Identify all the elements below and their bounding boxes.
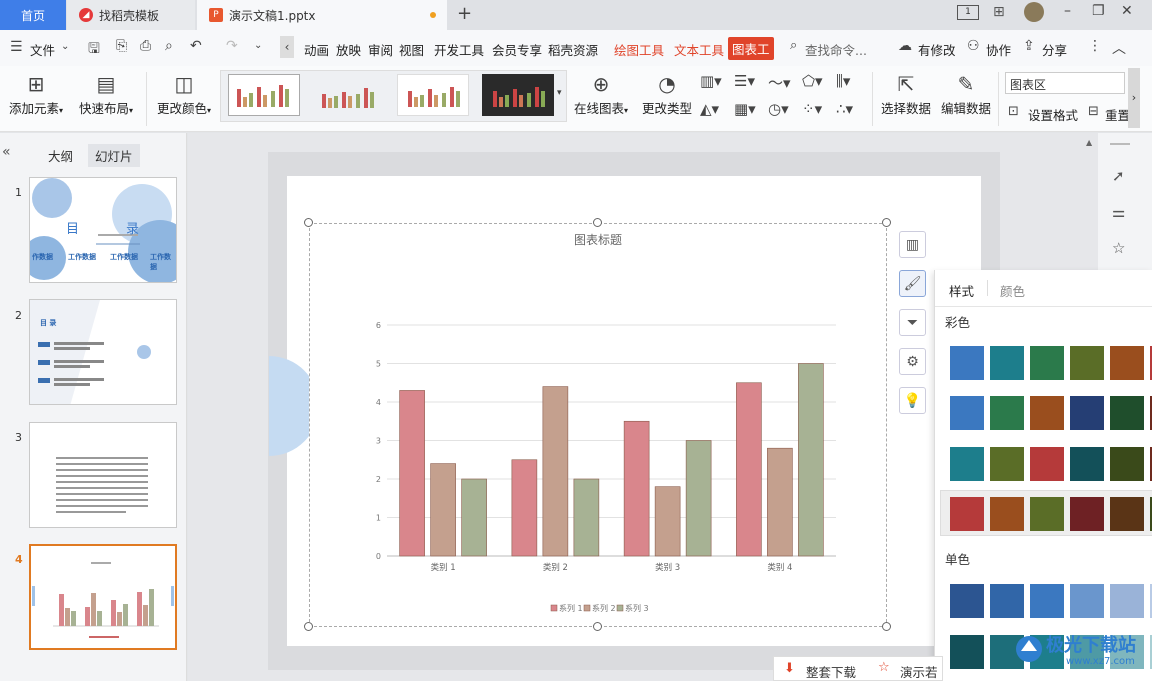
chart-bar[interactable]	[767, 447, 793, 557]
y-tick-label: 5	[376, 360, 381, 369]
palette-swatch[interactable]	[1070, 497, 1104, 531]
palette-swatch[interactable]	[1070, 346, 1104, 380]
palette-swatch[interactable]	[950, 584, 984, 618]
chart-bar[interactable]	[623, 420, 650, 557]
legend-swatch	[616, 604, 624, 612]
section-colorful-label: 彩色	[945, 315, 971, 330]
y-tick-label: 3	[376, 437, 381, 446]
chart-bar[interactable]	[685, 440, 712, 557]
legend-label: 系列 2	[592, 603, 616, 613]
y-tick-label: 2	[376, 475, 381, 484]
rocket-icon[interactable]: ➚	[1112, 167, 1125, 185]
palette-swatch[interactable]	[1110, 346, 1144, 380]
chart-bar[interactable]	[461, 478, 487, 557]
watermark-logo	[1016, 636, 1042, 662]
download-icon: ⬇	[784, 661, 795, 676]
palette-swatch[interactable]	[1070, 584, 1104, 618]
chart-bar[interactable]	[511, 459, 538, 557]
palette-swatch[interactable]	[1030, 447, 1064, 481]
watermark-url: www.xz7.com	[1066, 656, 1135, 667]
palette-swatch[interactable]	[1030, 396, 1064, 430]
chart-bar[interactable]	[573, 478, 600, 557]
download-all-button[interactable]: 整套下载	[806, 662, 856, 681]
chart-settings-icon[interactable]: ⚙	[899, 348, 926, 375]
palette-swatch[interactable]	[990, 346, 1024, 380]
palette-swatch[interactable]	[990, 497, 1024, 531]
legend-label: 系列 1	[559, 603, 583, 613]
divider	[987, 280, 988, 296]
palette-swatch[interactable]	[1030, 497, 1064, 531]
y-tick-label: 6	[376, 321, 381, 330]
legend-swatch	[550, 604, 558, 612]
chart-bar[interactable]	[798, 363, 824, 557]
y-tick-label: 0	[376, 552, 381, 561]
sliders-icon[interactable]: ⚌	[1112, 203, 1125, 221]
palette-swatch[interactable]	[1110, 396, 1144, 430]
y-tick-label: 4	[376, 398, 381, 407]
palette-swatch[interactable]	[1070, 447, 1104, 481]
chart-bar[interactable]	[399, 390, 425, 557]
divider	[935, 306, 1152, 307]
watermark: 极光下载站 www.xz7.com	[1014, 628, 1152, 681]
x-tick-label: 类别 1	[431, 562, 456, 573]
palette-swatch[interactable]	[950, 396, 984, 430]
animation-star-icon[interactable]: ☆	[1112, 239, 1125, 257]
panel-tab-style[interactable]: 样式	[949, 281, 974, 300]
palette-swatch[interactable]	[950, 635, 984, 669]
panel-tab-color[interactable]: 颜色	[1000, 281, 1025, 300]
chart-style-brush-icon[interactable]: 🖌	[899, 270, 926, 297]
section-mono-label: 单色	[945, 552, 971, 567]
x-tick-label: 类别 4	[767, 562, 792, 573]
watermark-text: 极光下载站	[1046, 635, 1136, 656]
legend-label: 系列 3	[625, 603, 649, 613]
chart-bar[interactable]	[654, 486, 681, 557]
chart-style-panel: 样式 颜色 彩色 单色	[934, 270, 1152, 681]
chart-filter-icon[interactable]: ⏷	[899, 309, 926, 336]
chart-bar[interactable]	[542, 386, 569, 557]
bottom-promo-bar: ⬇ 整套下载 ☆ 演示若	[773, 656, 943, 681]
chart-tips-icon[interactable]: 💡	[899, 387, 926, 414]
palette-swatch[interactable]	[990, 447, 1024, 481]
palette-swatch[interactable]	[950, 346, 984, 380]
star-icon: ☆	[878, 660, 890, 675]
chart-bar[interactable]	[736, 382, 762, 557]
palette-swatch[interactable]	[1070, 396, 1104, 430]
palette-swatch[interactable]	[950, 447, 984, 481]
palette-swatch[interactable]	[1030, 584, 1064, 618]
present-button[interactable]: 演示若	[900, 662, 938, 681]
palette-swatch[interactable]	[1030, 346, 1064, 380]
palette-swatch[interactable]	[1110, 497, 1144, 531]
x-tick-label: 类别 3	[655, 562, 680, 573]
y-tick-label: 1	[376, 514, 381, 523]
palette-swatch[interactable]	[1110, 447, 1144, 481]
right-sidebar: ➚ ⚌ ☆	[1098, 133, 1152, 273]
x-tick-label: 类别 2	[543, 562, 568, 573]
palette-swatch[interactable]	[990, 396, 1024, 430]
legend-swatch	[583, 604, 591, 612]
palette-swatch[interactable]	[1110, 584, 1144, 618]
palette-swatch[interactable]	[990, 584, 1024, 618]
chart-elements-icon[interactable]: ▥	[899, 231, 926, 258]
chart-bar[interactable]	[430, 463, 456, 557]
sidebar-drag-handle	[1110, 143, 1130, 145]
palette-swatch[interactable]	[950, 497, 984, 531]
